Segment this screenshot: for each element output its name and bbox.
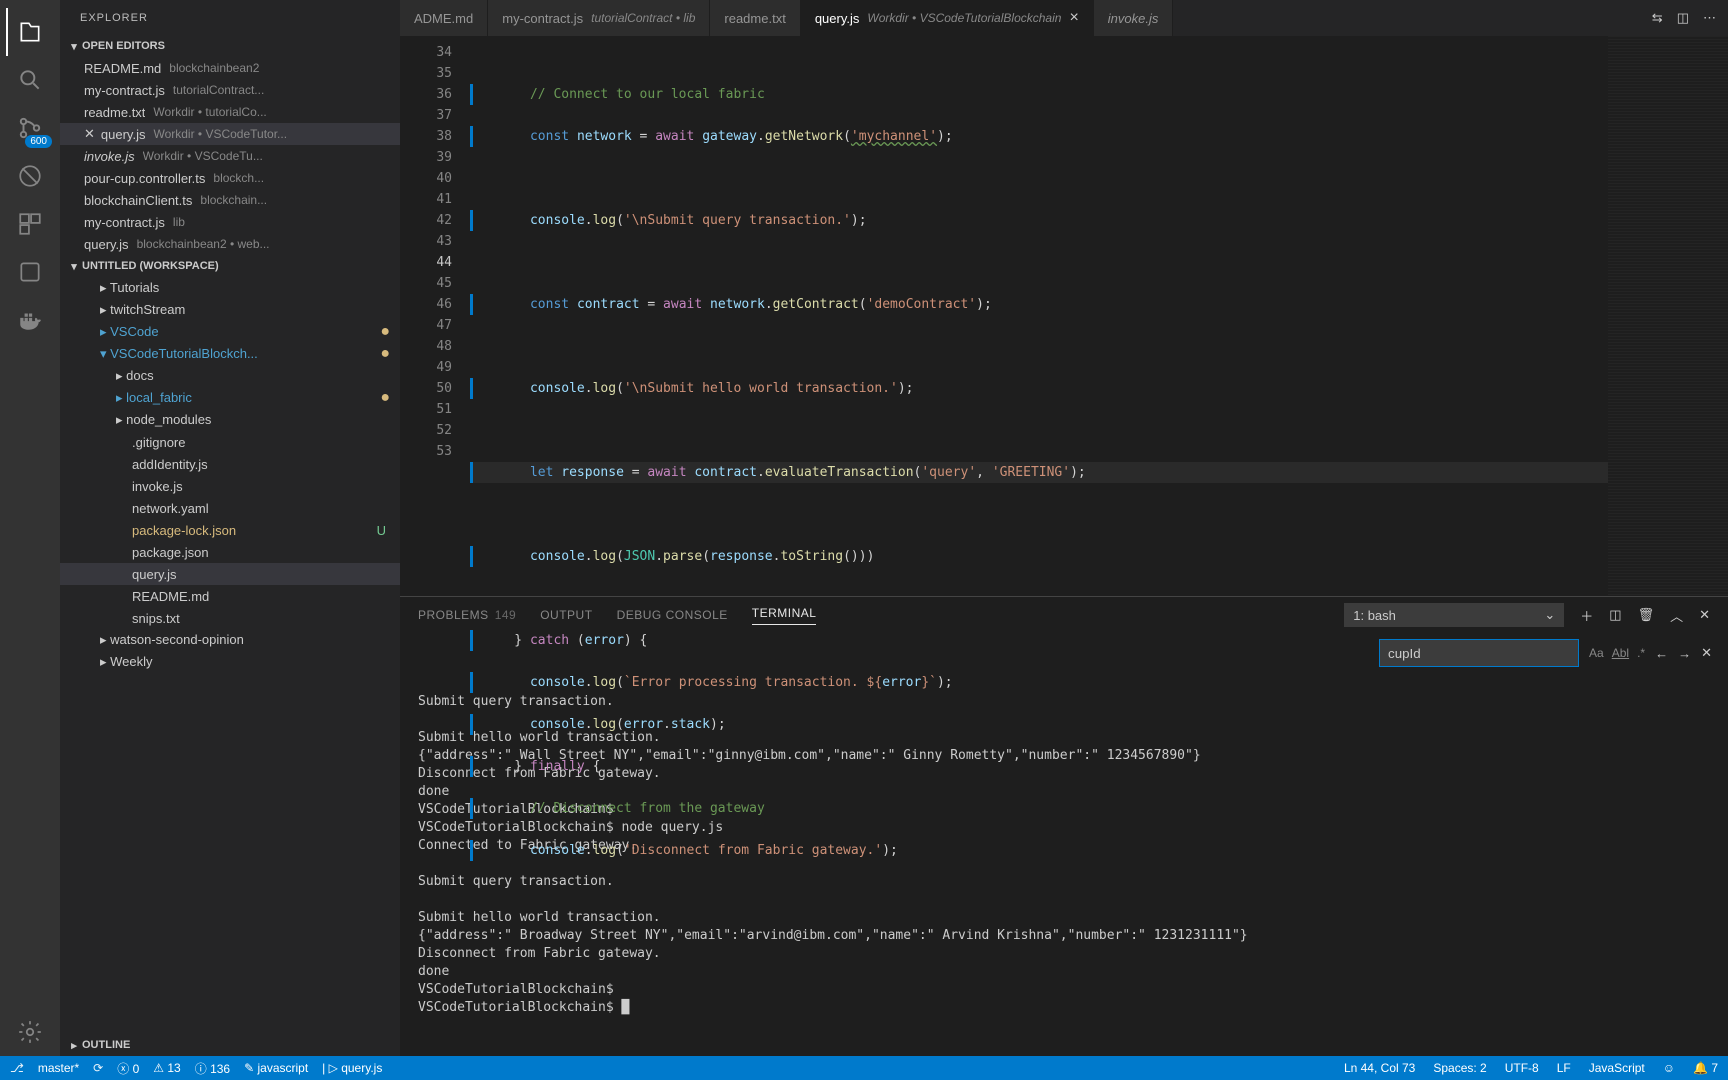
debug-icon[interactable] <box>6 152 54 200</box>
folder-item[interactable]: ▸ docs <box>60 365 400 387</box>
status-spaces[interactable]: Spaces: 2 <box>1433 1061 1486 1075</box>
explorer-icon[interactable] <box>6 8 54 56</box>
activity-bar: 600 <box>0 0 60 1056</box>
status-lang-server[interactable]: ✎ javascript <box>244 1061 308 1075</box>
scm-icon[interactable]: 600 <box>6 104 54 152</box>
open-editor-item[interactable]: blockchainClient.tsblockchain... <box>60 189 400 211</box>
editor-body[interactable]: 3435363738394041424344454647484950515253… <box>400 36 1728 596</box>
branch-name[interactable]: master* <box>38 1061 79 1075</box>
status-cursor[interactable]: Ln 44, Col 73 <box>1344 1061 1415 1075</box>
file-item[interactable]: invoke.js <box>60 475 400 497</box>
folder-item[interactable]: ▸ twitchStream <box>60 299 400 321</box>
minimap[interactable] <box>1608 36 1728 596</box>
file-item[interactable]: .gitignore <box>60 431 400 453</box>
file-item[interactable]: package.json <box>60 541 400 563</box>
line-gutter: 3435363738394041424344454647484950515253 <box>400 36 470 596</box>
extensions-icon[interactable] <box>6 200 54 248</box>
editor-tab[interactable]: ADME.md <box>400 0 488 36</box>
status-bar: ⎇ master* ⟳ ⓧ 0 ⚠ 13 ⓘ 136 ✎ javascript … <box>0 1056 1728 1080</box>
split-editor-icon[interactable]: ◫ <box>1677 10 1689 26</box>
folder-item[interactable]: ▾ VSCodeTutorialBlockch...● <box>60 343 400 365</box>
regex-icon[interactable]: .* <box>1637 646 1645 660</box>
feedback-icon[interactable]: ☺ <box>1663 1061 1675 1075</box>
editor-group: ADME.mdmy-contract.jstutorialContract • … <box>400 0 1728 1056</box>
terminal-find: Aa Abl .* ← → ✕ <box>1379 639 1712 667</box>
find-next-icon[interactable]: → <box>1678 646 1691 661</box>
branch-icon[interactable]: ⎇ <box>10 1061 24 1075</box>
open-editor-item[interactable]: README.mdblockchainbean2 <box>60 57 400 79</box>
find-prev-icon[interactable]: ← <box>1655 646 1668 661</box>
docker-icon[interactable] <box>6 296 54 344</box>
open-editor-item[interactable]: readme.txtWorkdir • tutorialCo... <box>60 101 400 123</box>
find-close-icon[interactable]: ✕ <box>1701 645 1712 661</box>
close-panel-icon[interactable]: ✕ <box>1699 607 1710 623</box>
tab-bar: ADME.mdmy-contract.jstutorialContract • … <box>400 0 1728 36</box>
editor-tab[interactable]: readme.txt <box>710 0 800 36</box>
file-item[interactable]: package-lock.jsonU <box>60 519 400 541</box>
open-editor-item[interactable]: ✕query.jsWorkdir • VSCodeTutor... <box>60 123 400 145</box>
sync-icon[interactable]: ⟳ <box>93 1061 103 1075</box>
sidebar-title: EXPLORER <box>60 0 400 35</box>
more-icon[interactable]: ⋯ <box>1703 10 1716 26</box>
split-terminal-icon[interactable]: ◫ <box>1609 607 1621 623</box>
folder-item[interactable]: ▸ Tutorials <box>60 277 400 299</box>
compare-icon[interactable]: ⇆ <box>1652 10 1663 26</box>
folder-item[interactable]: ▸ local_fabric● <box>60 387 400 409</box>
folder-item[interactable]: ▸ VSCode● <box>60 321 400 343</box>
editor-tab[interactable]: my-contract.jstutorialContract • lib <box>488 0 710 36</box>
open-editor-item[interactable]: invoke.jsWorkdir • VSCodeTu... <box>60 145 400 167</box>
open-editor-item[interactable]: my-contract.jstutorialContract... <box>60 79 400 101</box>
file-item[interactable]: snips.txt <box>60 607 400 629</box>
match-word-icon[interactable]: Abl <box>1612 646 1629 660</box>
status-file[interactable]: | ▷ query.js <box>322 1061 382 1075</box>
status-encoding[interactable]: UTF-8 <box>1505 1061 1539 1075</box>
folder-item[interactable]: ▸ Weekly <box>60 651 400 673</box>
section-workspace[interactable]: ▾UNTITLED (WORKSPACE) <box>60 255 400 277</box>
editor-tab[interactable]: query.jsWorkdir • VSCodeTutorialBlockcha… <box>801 0 1094 36</box>
close-tab-icon[interactable]: × <box>1069 9 1078 27</box>
open-editor-item[interactable]: pour-cup.controller.tsblockch... <box>60 167 400 189</box>
panel-problems[interactable]: PROBLEMS149 <box>418 608 516 622</box>
search-icon[interactable] <box>6 56 54 104</box>
folder-item[interactable]: ▸ watson-second-opinion <box>60 629 400 651</box>
file-item[interactable]: addIdentity.js <box>60 453 400 475</box>
match-case-icon[interactable]: Aa <box>1589 646 1604 660</box>
maximize-panel-icon[interactable]: ︿ <box>1670 606 1683 625</box>
trash-icon[interactable]: 🗑 <box>1638 607 1655 623</box>
blockchain-icon[interactable] <box>6 248 54 296</box>
status-language[interactable]: JavaScript <box>1589 1061 1645 1075</box>
file-item[interactable]: README.md <box>60 585 400 607</box>
file-item[interactable]: query.js <box>60 563 400 585</box>
open-editor-item[interactable]: my-contract.jslib <box>60 211 400 233</box>
status-infos[interactable]: ⓘ 136 <box>195 1060 230 1077</box>
folder-item[interactable]: ▸ node_modules <box>60 409 400 431</box>
notifications-icon[interactable]: 🔔 7 <box>1693 1061 1718 1075</box>
status-errors[interactable]: ⓧ 0 <box>117 1060 139 1077</box>
sidebar: EXPLORER ▾OPEN EDITORS README.mdblockcha… <box>60 0 400 1056</box>
settings-gear-icon[interactable] <box>6 1008 54 1056</box>
open-editor-item[interactable]: query.jsblockchainbean2 • web... <box>60 233 400 255</box>
status-eol[interactable]: LF <box>1557 1061 1571 1075</box>
scm-badge: 600 <box>25 135 52 148</box>
status-warnings[interactable]: ⚠ 13 <box>153 1061 180 1075</box>
code-area[interactable]: // Connect to our local fabric const net… <box>470 36 1608 596</box>
find-input[interactable] <box>1379 639 1579 667</box>
section-open-editors[interactable]: ▾OPEN EDITORS <box>60 35 400 57</box>
file-item[interactable]: network.yaml <box>60 497 400 519</box>
close-icon[interactable]: ✕ <box>84 126 95 142</box>
section-outline[interactable]: ▸OUTLINE <box>60 1034 400 1056</box>
editor-tab[interactable]: invoke.js <box>1094 0 1174 36</box>
tab-actions: ⇆ ◫ ⋯ <box>1640 0 1728 36</box>
